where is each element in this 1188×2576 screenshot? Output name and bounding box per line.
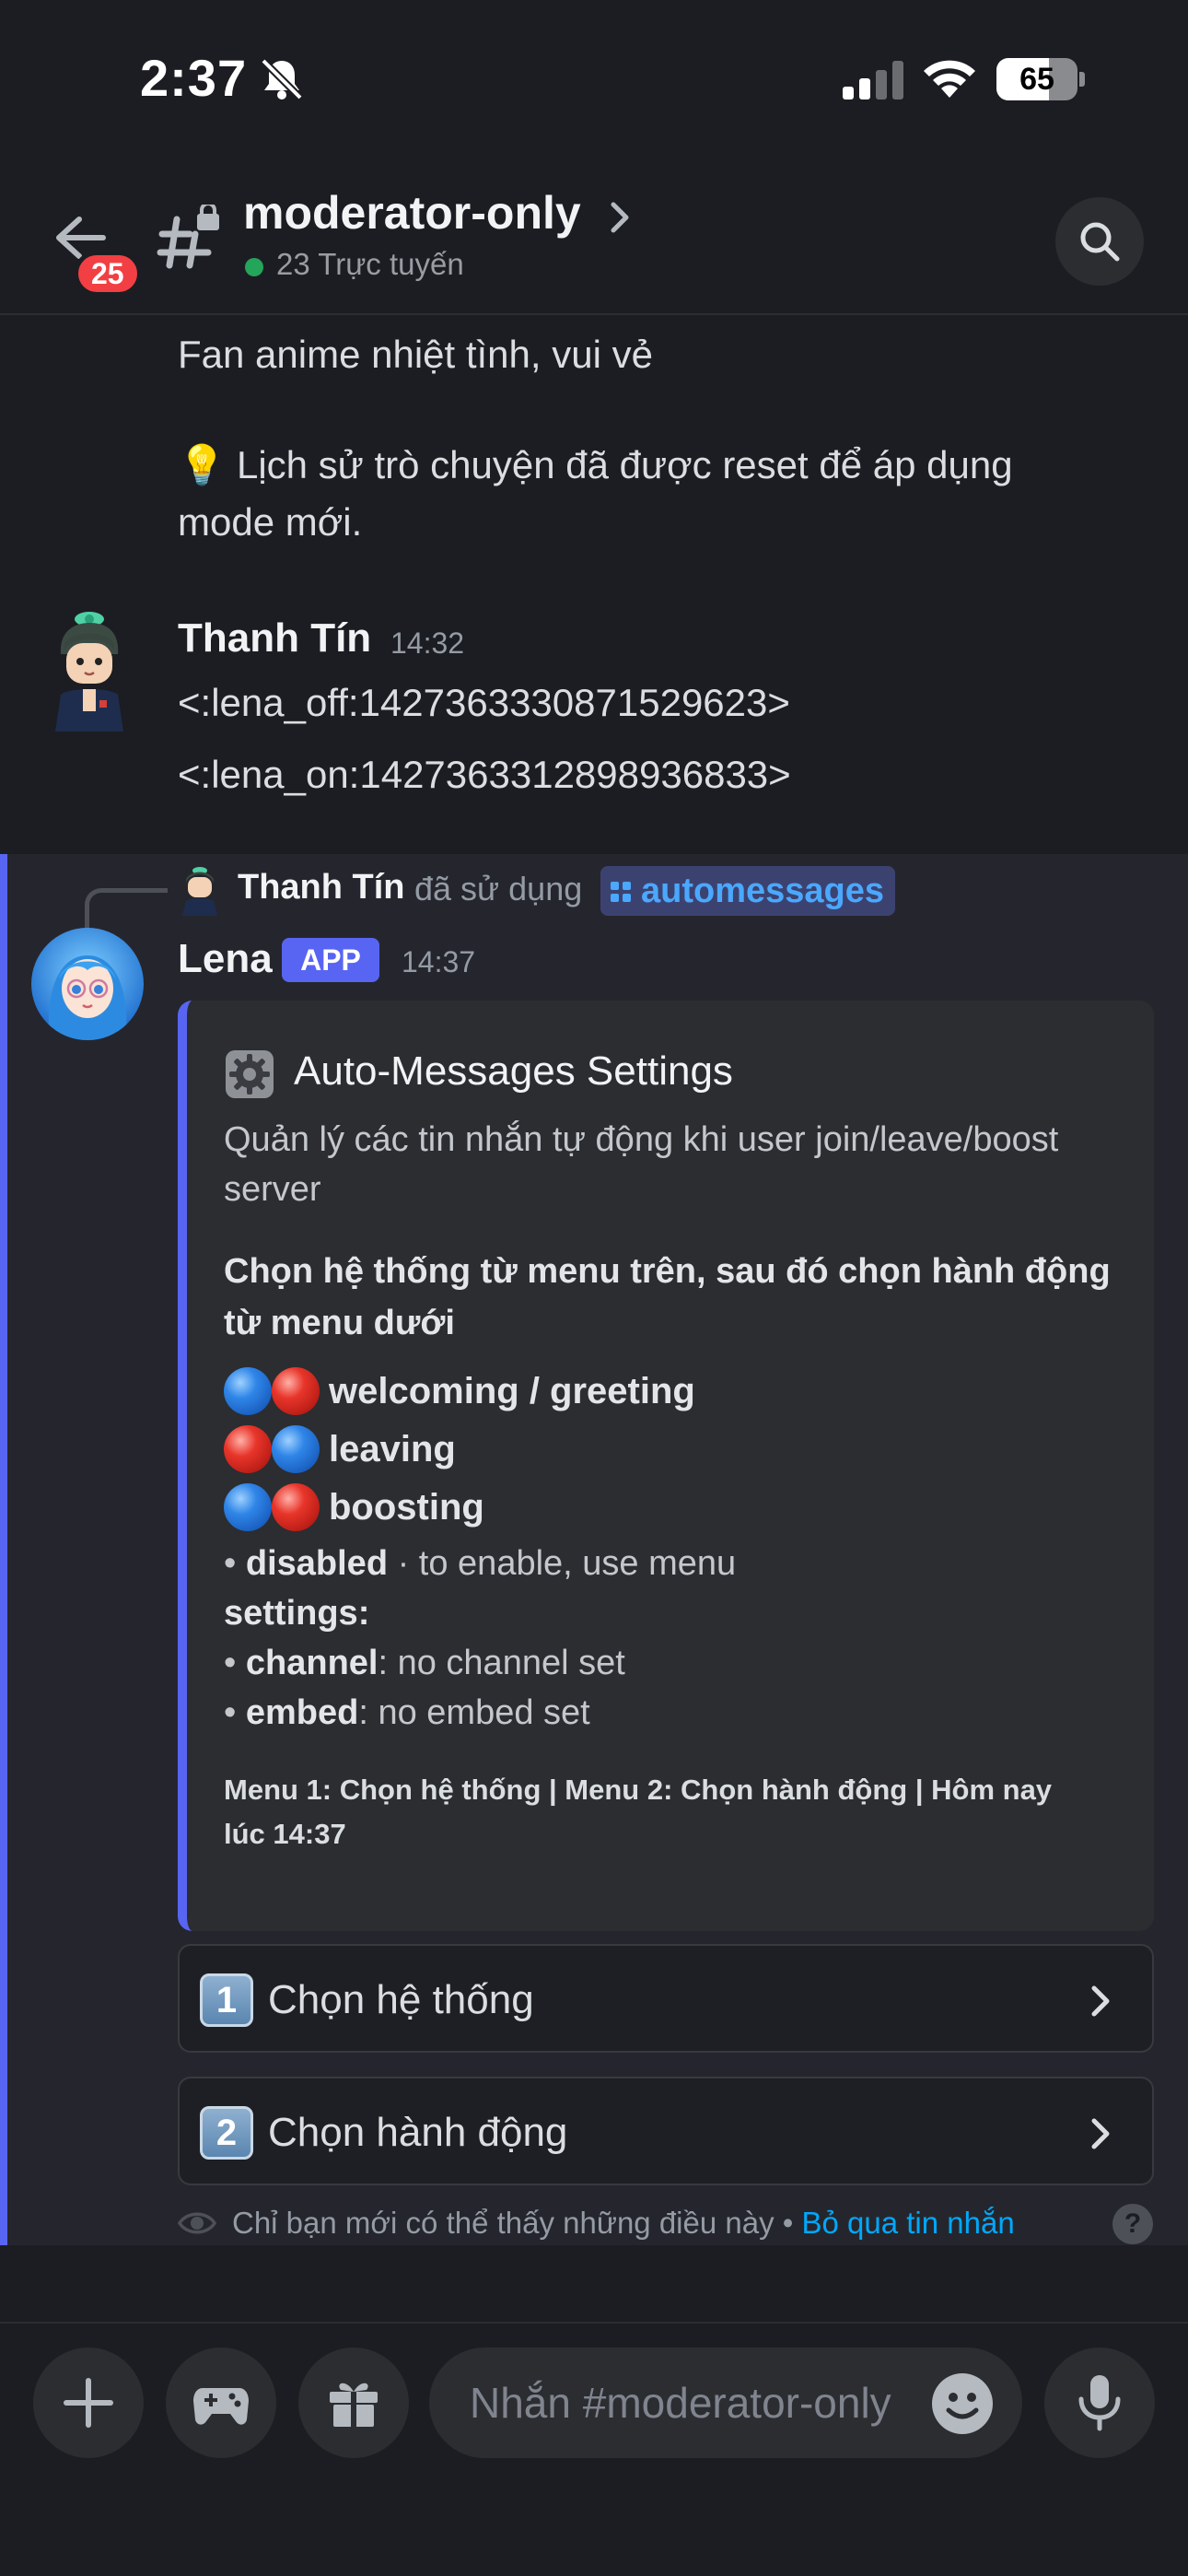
- microphone-icon: [1078, 2375, 1121, 2431]
- highlight-accent-bar: [0, 854, 7, 2245]
- embed-footer: Menu 1: Chọn hệ thống | Menu 2: Chọn hàn…: [224, 1774, 1053, 1806]
- chevron-right-icon[interactable]: [608, 197, 634, 238]
- search-icon: [1080, 222, 1120, 262]
- select-menu-label: Chọn hệ thống: [268, 1977, 534, 2022]
- message-text: mode mới.: [178, 500, 363, 544]
- embed-instruction: từ menu dưới: [224, 1304, 455, 1342]
- system-label: boosting: [329, 1487, 484, 1528]
- message-text: 💡 Lịch sử trò chuyện đã được reset để áp…: [178, 443, 1013, 486]
- settings-heading: settings:: [224, 1588, 369, 1638]
- search-button[interactable]: [1055, 197, 1144, 286]
- status-line: • disabled · to enable, use menu: [224, 1544, 737, 1583]
- settings-label: settings:: [224, 1594, 370, 1633]
- wifi-icon: [924, 60, 975, 98]
- gift-button[interactable]: [298, 2348, 409, 2458]
- separator: •: [774, 2206, 802, 2240]
- battery-indicator: 65: [996, 58, 1085, 100]
- status-hint: · to enable, use menu: [388, 1544, 737, 1583]
- status-value: disabled: [245, 1544, 389, 1583]
- message-text: <:lena_off:1427363330871529623>: [178, 681, 790, 724]
- avatar[interactable]: [31, 928, 144, 1040]
- gear-icon: [226, 1050, 274, 1098]
- command-user-avatar: [182, 867, 217, 916]
- message-text: Fan anime nhiệt tình, vui vẻ: [178, 333, 653, 376]
- activities-button[interactable]: [166, 2348, 276, 2458]
- embed-description: server: [224, 1170, 321, 1209]
- embed-description: Quản lý các tin nhắn tự động khi user jo…: [224, 1120, 1059, 1159]
- channel-key: channel: [245, 1644, 379, 1682]
- chevron-right-icon: [1091, 1985, 1110, 2017]
- voice-message-button[interactable]: [1044, 2348, 1155, 2458]
- red-circle-icon: [272, 1483, 320, 1531]
- message-composer: [0, 2322, 1188, 2576]
- app-tag: APP: [282, 938, 379, 982]
- select-action-menu[interactable]: 2 Chọn hành động: [178, 2077, 1154, 2185]
- battery-tip: [1079, 72, 1085, 87]
- system-label: welcoming / greeting: [329, 1371, 695, 1411]
- status-bar: 2:37 65: [0, 0, 1188, 157]
- add-attachment-button[interactable]: [33, 2348, 144, 2458]
- keycap-2-icon: 2: [200, 2106, 253, 2160]
- chevron-right-icon: [1091, 2118, 1110, 2149]
- game-controller-icon: [193, 2388, 249, 2425]
- message-text: <:lena_on:1427363312898936833>: [178, 753, 791, 796]
- smiley-icon: [946, 2393, 979, 2419]
- blue-circle-icon: [272, 1425, 320, 1473]
- blue-circle-icon: [224, 1483, 272, 1531]
- online-status-dot: [245, 258, 263, 276]
- select-menu-label: Chọn hành động: [268, 2110, 568, 2155]
- eye-icon: [178, 2212, 216, 2234]
- red-circle-icon: [224, 1425, 272, 1473]
- cellular-signal-icon: [843, 61, 903, 100]
- slash-command-chip[interactable]: automessages: [600, 866, 896, 916]
- embed-key: embed: [245, 1693, 359, 1732]
- embed-value: : no embed set: [358, 1693, 590, 1732]
- online-count: 23 Trực tuyến: [276, 247, 464, 281]
- ephemeral-text: Chỉ bạn mới có thể thấy những điều này: [232, 2206, 775, 2240]
- gift-icon: [330, 2383, 378, 2427]
- embed-instruction: Chọn hệ thống từ menu trên, sau đó chọn …: [224, 1252, 1111, 1291]
- keycap-1-icon: 1: [200, 1973, 253, 2027]
- channel-value: : no channel set: [378, 1644, 625, 1682]
- command-user-name[interactable]: Thanh Tín: [238, 868, 405, 907]
- message-timestamp: 14:37: [402, 945, 476, 978]
- message-list[interactable]: Fan anime nhiệt tình, vui vẻ 💡 Lịch sử t…: [0, 315, 1188, 2324]
- settings-embed: Auto-Messages Settings Quản lý các tin n…: [178, 1001, 1154, 1931]
- clock: 2:37: [140, 49, 248, 107]
- select-system-menu[interactable]: 1 Chọn hệ thống: [178, 1944, 1154, 2053]
- channel-header: 25 moderator-only 23 Trực tuyến: [0, 157, 1188, 315]
- locked-channel-hash-icon: [157, 205, 219, 269]
- channel-name[interactable]: moderator-only: [243, 186, 581, 240]
- embed-footer: lúc 14:37: [224, 1818, 346, 1850]
- bell-slash-icon: [261, 58, 303, 100]
- ephemeral-note: Chỉ bạn mới có thể thấy những điều này •…: [232, 2200, 1015, 2246]
- dismiss-message-link[interactable]: Bỏ qua tin nhắn: [801, 2206, 1014, 2240]
- system-label: leaving: [329, 1429, 456, 1469]
- battery-body: 65: [996, 58, 1077, 100]
- emoji-button[interactable]: [932, 2373, 993, 2434]
- blue-circle-icon: [224, 1367, 272, 1415]
- message-author[interactable]: Lena: [178, 936, 273, 982]
- help-icon[interactable]: ?: [1112, 2204, 1153, 2244]
- embed-setting-line: • embed: no embed set: [224, 1693, 590, 1732]
- command-used-text: đã sử dụng: [414, 870, 583, 907]
- channel-setting-line: • channel: no channel set: [224, 1644, 625, 1682]
- embed-title: Auto-Messages Settings: [294, 1048, 733, 1094]
- avatar[interactable]: [48, 610, 131, 732]
- battery-percent: 65: [1019, 62, 1054, 97]
- plus-icon: [64, 2378, 113, 2428]
- red-circle-icon: [272, 1367, 320, 1415]
- message-author[interactable]: Thanh Tín: [178, 615, 371, 662]
- app-command-icon: [611, 882, 631, 902]
- message-timestamp: 14:32: [390, 626, 465, 660]
- unread-badge: 25: [74, 251, 142, 297]
- command-name: automessages: [641, 872, 885, 910]
